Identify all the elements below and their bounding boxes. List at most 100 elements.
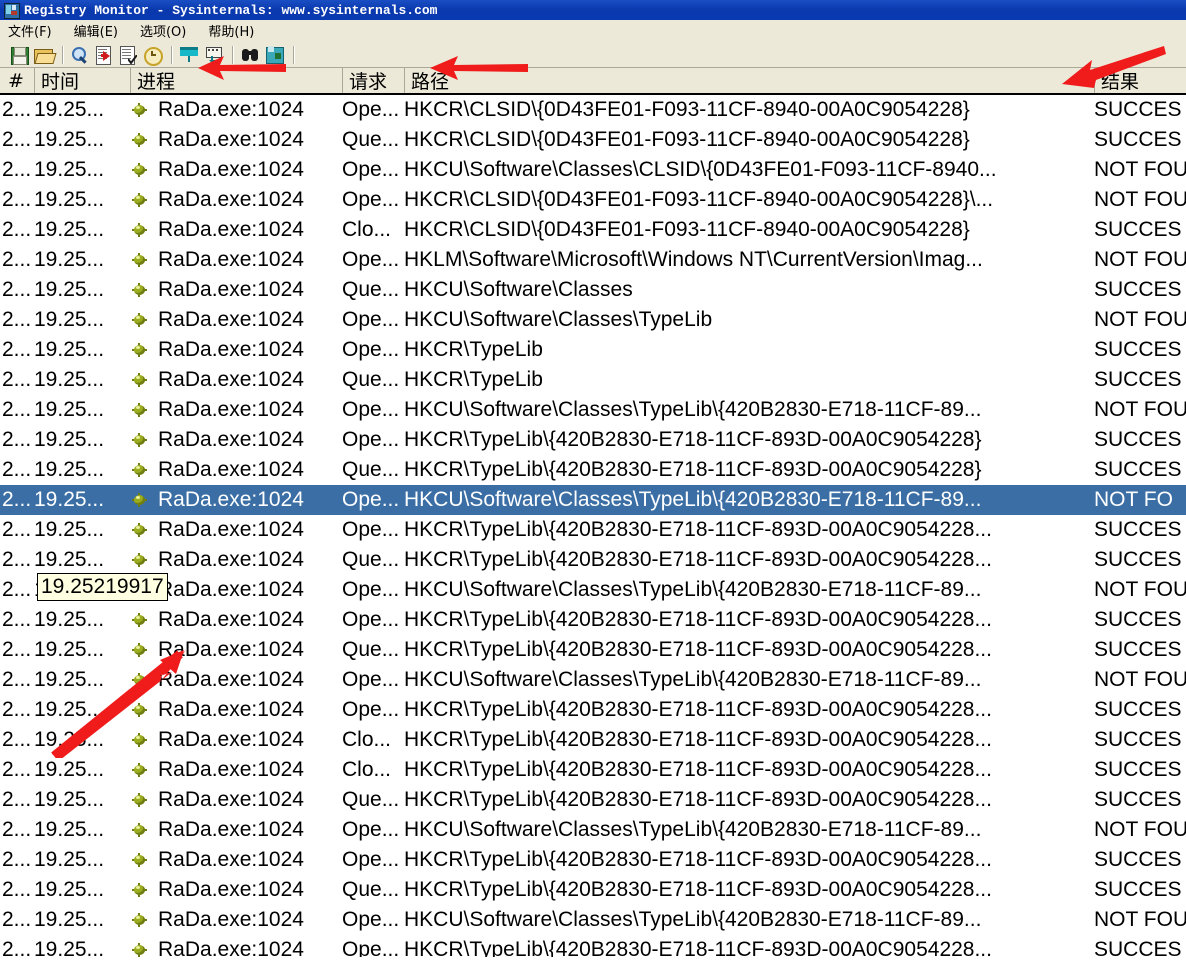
cell-process: RaDa.exe:1024 [158, 788, 304, 811]
column-seq[interactable]: # [2, 68, 34, 93]
table-row[interactable]: 2... 19.25... RaDa.exe:1024 Que... HKCR\Type… [0, 365, 1186, 395]
table-row[interactable]: 2... 19.25... RaDa.exe:1024 Que... HKCR\Type… [0, 785, 1186, 815]
column-path[interactable]: 路径 [404, 68, 1094, 93]
table-row[interactable]: 2...19.25...RaDa.exe:1024Ope...HKCU\Soft… [0, 665, 1186, 695]
cell-result: SUCCES [1094, 278, 1182, 301]
cell-time: 19.25... [34, 788, 105, 811]
table-row[interactable]: 2... 19.25... RaDa.exe:1024 Que... HKCR\Type… [0, 875, 1186, 905]
cell-seq: 2... [2, 638, 32, 661]
cell-request: Clo... [342, 218, 392, 241]
table-row[interactable]: 2... 19.25... RaDa.exe:1024 Que... HKCR\CLSI… [0, 125, 1186, 155]
table-row[interactable]: 2... 19.25... RaDa.exe:1024 Ope... HKCR\Type… [0, 335, 1186, 365]
funnel-icon[interactable] [178, 44, 200, 66]
cell-time: 19.25... [34, 728, 105, 751]
menu-options[interactable]: 选项(O) [140, 21, 186, 40]
cell-time: 19.25... [34, 128, 105, 151]
table-row[interactable]: 2...19.25...RaDa.exe:1024Ope...HKCU\Soft… [0, 395, 1186, 425]
cell-path: HKCU\Software\Classes\TypeLib\{420B2830-… [404, 578, 982, 601]
highlight-document-icon[interactable] [117, 44, 139, 66]
table-row[interactable]: 2... 19.25... RaDa.exe:1024 Clo... HKCR\Type… [0, 725, 1186, 755]
cell-process: RaDa.exe:1024 [158, 638, 304, 661]
table-row[interactable]: 2...19.25...RaDa.exe:1024Ope...HKCU\Soft… [0, 905, 1186, 935]
menu-file[interactable]: 文件(F) [8, 21, 52, 40]
table-row[interactable]: 2... 19.25... RaDa.exe:1024 Que... HKCU\Soft… [0, 275, 1186, 305]
cell-path: HKCR\TypeLib\{420B2830-E718-11CF-893D-00… [404, 458, 982, 481]
menu-help[interactable]: 帮助(H) [208, 21, 254, 40]
globe-highlight-icon[interactable] [263, 44, 285, 66]
cell-seq: 2... [2, 248, 32, 271]
table-row[interactable]: 2... 19.25... RaDa.exe:1024 Que... HKCR\Type… [0, 635, 1186, 665]
table-row[interactable]: 2... 19.25... RaDa.exe:1024 Clo... HKCR\Type… [0, 755, 1186, 785]
table-row[interactable]: 2...19.25...RaDa.exe:1024Ope...HKCU\Soft… [0, 575, 1186, 605]
cell-result: SUCCES [1094, 878, 1182, 901]
table-row[interactable]: 2...19.25...RaDa.exe:1024Ope...HKCU\Soft… [0, 305, 1186, 335]
menu-edit[interactable]: 编辑(E) [74, 21, 118, 40]
table-row[interactable]: 2...19.25...RaDa.exe:1024Ope...HKCU\Soft… [0, 485, 1186, 515]
cell-result: NOT FO [1094, 488, 1173, 511]
cell-request: Ope... [342, 938, 400, 957]
cell-time: 19.25... [34, 698, 105, 721]
cell-process: RaDa.exe:1024 [158, 938, 304, 957]
cell-seq: 2... [2, 578, 32, 601]
column-process[interactable]: 进程 [130, 68, 342, 93]
cell-process: RaDa.exe:1024 [158, 728, 304, 751]
clock-icon[interactable] [141, 44, 163, 66]
table-row[interactable]: 2... 19.25... RaDa.exe:1024 Ope... HKCR\Type… [0, 515, 1186, 545]
column-request[interactable]: 请求 [342, 68, 404, 93]
cell-path: HKCU\Software\Classes\CLSID\{0D43FE01-F0… [404, 158, 997, 181]
cell-seq: 2... [2, 818, 32, 841]
table-row[interactable]: 2... 19.25... RaDa.exe:1024 Ope... HKCR\Type… [0, 845, 1186, 875]
table-row[interactable]: 2...19.25...RaDa.exe:1024Ope...HKCU\Soft… [0, 155, 1186, 185]
cell-time: 19.25... [34, 548, 105, 571]
cell-result: SUCCES [1094, 788, 1182, 811]
cell-request: Ope... [342, 578, 400, 601]
save-icon[interactable] [8, 44, 30, 66]
cell-seq: 2... [2, 698, 32, 721]
cell-request: Clo... [342, 758, 392, 781]
cell-request: Ope... [342, 518, 400, 541]
table-row[interactable]: 2... 19.25... RaDa.exe:1024 Ope... HKCR\Type… [0, 605, 1186, 635]
cell-request: Ope... [342, 488, 400, 511]
table-row[interactable]: 2... 19.25... RaDa.exe:1024 Que... HKCR\Type… [0, 455, 1186, 485]
table-row[interactable]: 2... 19.25... RaDa.exe:1024 Ope... HKCR\Type… [0, 935, 1186, 957]
column-result[interactable]: 结果 [1094, 68, 1186, 93]
cell-result: NOT FOU [1094, 668, 1186, 691]
cell-result: SUCCES [1094, 458, 1182, 481]
table-row[interactable]: 2... 19.25... RaDa.exe:1024 Que... HKCR\Type… [0, 545, 1186, 575]
table-row[interactable]: 2...19.25...RaDa.exe:1024Ope...HKCU\Soft… [0, 815, 1186, 845]
cell-path: HKLM\Software\Microsoft\Windows NT\Curre… [404, 248, 983, 271]
column-time[interactable]: 时间 [34, 68, 130, 93]
cell-seq: 2... [2, 158, 32, 181]
cell-result: SUCCES [1094, 518, 1182, 541]
cell-result: SUCCES [1094, 128, 1182, 151]
cell-seq: 2... [2, 548, 32, 571]
cell-request: Ope... [342, 188, 400, 211]
cell-result: NOT FOU [1094, 188, 1186, 211]
cell-result: SUCCES [1094, 758, 1182, 781]
cell-process: RaDa.exe:1024 [158, 188, 304, 211]
toolbar-separator-2 [171, 45, 172, 64]
table-row[interactable]: 2... 19.25... RaDa.exe:1024 Clo... HKCR\CLSI… [0, 215, 1186, 245]
cell-time: 19.25... [34, 608, 105, 631]
cell-request: Clo... [342, 728, 392, 751]
binoculars-icon[interactable] [239, 44, 261, 66]
cell-process: RaDa.exe:1024 [158, 368, 304, 391]
cell-time: 19.25... [34, 398, 105, 421]
cell-path: HKCR\TypeLib\{420B2830-E718-11CF-893D-00… [404, 608, 992, 631]
table-row[interactable]: 2... 19.25... RaDa.exe:1024 Ope... HKCR\CLSI… [0, 95, 1186, 125]
filter-document-icon[interactable] [93, 44, 115, 66]
table-row[interactable]: 2... 19.25... RaDa.exe:1024 Ope... HKCR\Type… [0, 425, 1186, 455]
cell-result: SUCCES [1094, 728, 1182, 751]
table-row[interactable]: 2... 19.25... RaDa.exe:1024 Ope... HKCR\Type… [0, 695, 1186, 725]
cell-request: Ope... [342, 608, 400, 631]
event-table[interactable]: 2... 19.25... RaDa.exe:1024 Ope... HKCR\CLSI… [0, 95, 1186, 957]
auto-scroll-icon[interactable] [202, 44, 224, 66]
open-folder-icon[interactable] [32, 44, 57, 66]
cell-time: 19.25... [34, 218, 105, 241]
magnifier-capture-icon[interactable] [69, 44, 91, 66]
cell-process: RaDa.exe:1024 [158, 248, 304, 271]
table-row[interactable]: 2... 19.25... RaDa.exe:1024 Ope... HKCR\CLSI… [0, 185, 1186, 215]
table-row[interactable]: 2... 19.25... RaDa.exe:1024 Ope... HKLM\Soft… [0, 245, 1186, 275]
cell-seq: 2... [2, 368, 32, 391]
cell-request: Que... [342, 878, 400, 901]
